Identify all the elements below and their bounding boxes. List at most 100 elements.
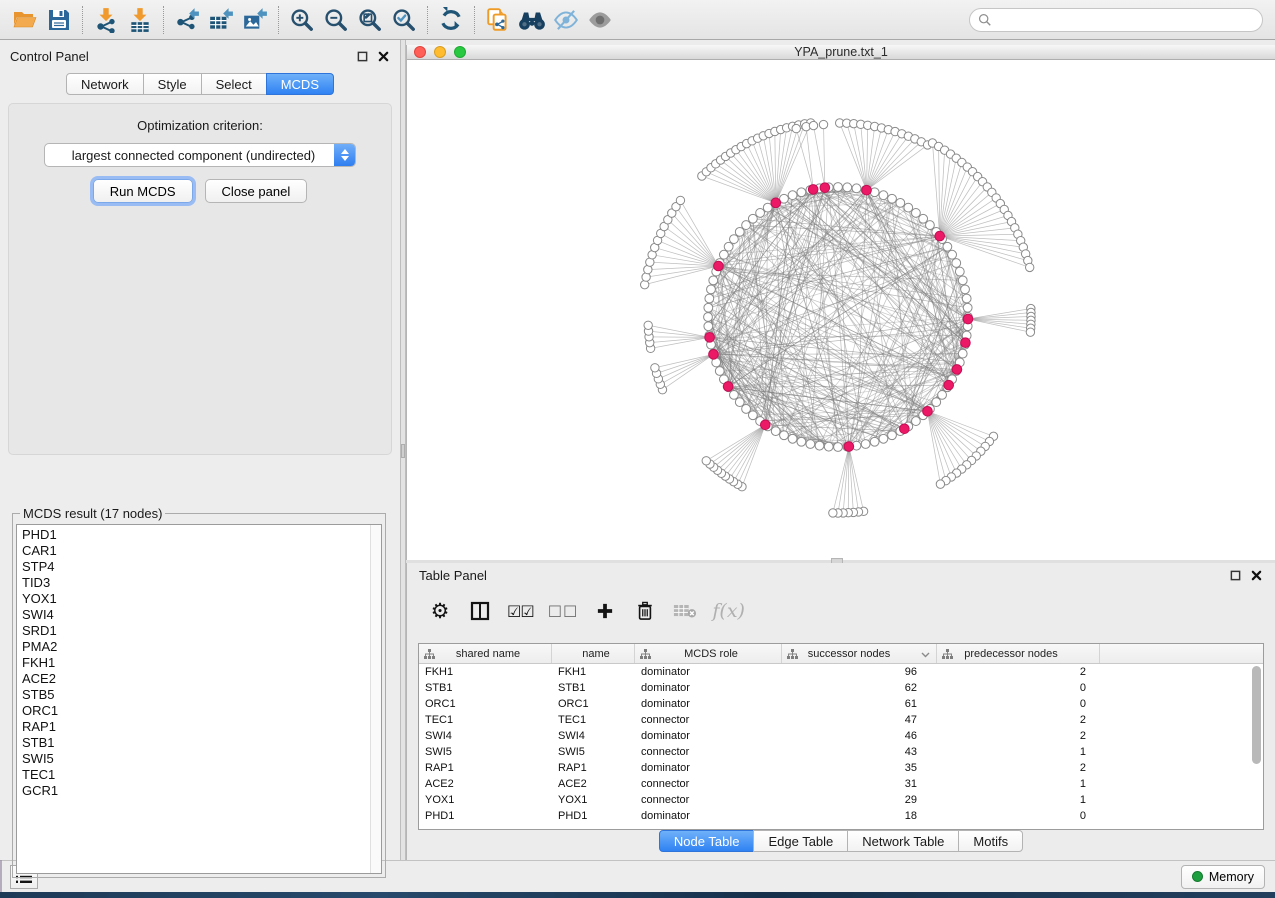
table-cell: 96	[782, 664, 937, 680]
network-canvas[interactable]	[407, 60, 1275, 560]
table-row[interactable]: FKH1FKH1dominator962	[419, 664, 1263, 680]
import-network-icon	[93, 7, 119, 33]
tab-node-table[interactable]: Node Table	[659, 830, 755, 852]
table-row[interactable]: SWI4SWI4dominator462	[419, 728, 1263, 744]
table-cell: 2	[937, 664, 1100, 680]
mcds-result-list[interactable]: PHD1CAR1STP4TID3YOX1SWI4SRD1PMA2FKH1ACE2…	[16, 524, 382, 874]
toolbar-separator	[82, 6, 83, 34]
table-settings-button[interactable]: ⚙	[427, 594, 453, 628]
table-cell: dominator	[635, 728, 782, 744]
float-table-panel-button[interactable]	[1228, 568, 1242, 582]
column-header-name[interactable]: name	[552, 644, 635, 663]
mcds-list-item[interactable]: STB5	[22, 687, 381, 703]
criterion-select[interactable]: largest connected component (undirected)	[44, 143, 356, 167]
mcds-list-item[interactable]: ORC1	[22, 703, 381, 719]
export-image-button[interactable]	[238, 4, 272, 36]
export-network-icon	[174, 7, 200, 33]
tab-mcds[interactable]: MCDS	[266, 73, 334, 95]
mcds-list-item[interactable]: STP4	[22, 559, 381, 575]
tab-select[interactable]: Select	[201, 73, 267, 95]
zoom-out-button[interactable]	[319, 4, 353, 36]
mcds-list-item[interactable]: GCR1	[22, 783, 381, 799]
tab-network-table[interactable]: Network Table	[847, 830, 959, 852]
delete-table-button[interactable]	[672, 594, 698, 628]
table-row[interactable]: ACE2ACE2connector311	[419, 776, 1263, 792]
select-all-button[interactable]: ☑☑	[507, 594, 534, 628]
run-mcds-button[interactable]: Run MCDS	[93, 179, 193, 203]
search-icon	[978, 13, 992, 27]
mcds-list-item[interactable]: YOX1	[22, 591, 381, 607]
mcds-list-item[interactable]: SRD1	[22, 623, 381, 639]
table-row[interactable]: ORC1ORC1dominator610	[419, 696, 1263, 712]
scrollbar-thumb[interactable]	[1252, 666, 1261, 764]
table-cell: connector	[635, 744, 782, 760]
column-header-successor-nodes[interactable]: successor nodes	[782, 644, 937, 663]
mcds-list-item[interactable]: STB1	[22, 735, 381, 751]
attribute-tree-icon	[942, 649, 953, 660]
add-column-button[interactable]	[592, 594, 618, 628]
splitter-grip[interactable]	[401, 444, 405, 458]
tab-motifs[interactable]: Motifs	[958, 830, 1023, 852]
table-panel: Table Panel ⚙ ☑☑ ☐☐ f(x) shared name	[406, 563, 1275, 860]
refresh-button[interactable]	[434, 4, 468, 36]
mcds-list-item[interactable]: FKH1	[22, 655, 381, 671]
show-columns-button[interactable]	[467, 594, 493, 628]
mcds-list-item[interactable]: RAP1	[22, 719, 381, 735]
float-panel-button[interactable]	[355, 49, 369, 63]
table-cell: 1	[937, 776, 1100, 792]
mcds-list-scrollbar[interactable]	[370, 525, 381, 873]
zoom-fit-icon	[357, 7, 383, 33]
clone-network-icon	[485, 7, 511, 33]
column-header-mcds-role[interactable]: MCDS role	[635, 644, 782, 663]
table-row[interactable]: SWI5SWI5connector431	[419, 744, 1263, 760]
mcds-list-item[interactable]: CAR1	[22, 543, 381, 559]
first-neighbors-button[interactable]	[515, 4, 549, 36]
clone-network-button[interactable]	[481, 4, 515, 36]
column-header-shared-name[interactable]: shared name	[419, 644, 552, 663]
close-table-panel-button[interactable]	[1249, 568, 1263, 582]
save-session-button[interactable]	[42, 4, 76, 36]
deselect-all-button[interactable]: ☐☐	[548, 594, 579, 628]
function-builder-button[interactable]: f(x)	[712, 594, 745, 628]
zoom-in-button[interactable]	[285, 4, 319, 36]
import-network-button[interactable]	[89, 4, 123, 36]
search-input[interactable]	[997, 13, 1254, 27]
table-cell: SWI4	[419, 728, 552, 744]
mcds-list-item[interactable]: TEC1	[22, 767, 381, 783]
mcds-list-item[interactable]: ACE2	[22, 671, 381, 687]
close-panel-button[interactable]	[376, 49, 390, 63]
delete-table-icon	[673, 603, 697, 619]
zoom-selected-button[interactable]	[387, 4, 421, 36]
memory-button[interactable]: Memory	[1181, 865, 1265, 889]
mcds-list-item[interactable]: PMA2	[22, 639, 381, 655]
column-header-predecessor-nodes[interactable]: predecessor nodes	[937, 644, 1100, 663]
export-table-button[interactable]	[204, 4, 238, 36]
table-row[interactable]: YOX1YOX1connector291	[419, 792, 1263, 808]
export-image-icon	[242, 7, 268, 33]
zoom-out-icon	[323, 7, 349, 33]
table-cell: FKH1	[552, 664, 635, 680]
delete-column-button[interactable]	[632, 594, 658, 628]
mcds-list-item[interactable]: PHD1	[22, 527, 381, 543]
import-table-button[interactable]	[123, 4, 157, 36]
save-icon	[47, 8, 71, 32]
table-row[interactable]: TEC1TEC1connector472	[419, 712, 1263, 728]
zoom-fit-button[interactable]	[353, 4, 387, 36]
table-cell: TEC1	[552, 712, 635, 728]
open-session-button[interactable]	[8, 4, 42, 36]
mcds-list-item[interactable]: SWI5	[22, 751, 381, 767]
mcds-list-item[interactable]: SWI4	[22, 607, 381, 623]
tab-style[interactable]: Style	[143, 73, 202, 95]
tab-network[interactable]: Network	[66, 73, 144, 95]
show-all-button[interactable]	[583, 4, 617, 36]
table-row[interactable]: STB1STB1dominator620	[419, 680, 1263, 696]
hide-selected-button[interactable]	[549, 4, 583, 36]
table-row[interactable]: RAP1RAP1dominator352	[419, 760, 1263, 776]
tab-edge-table[interactable]: Edge Table	[753, 830, 848, 852]
gear-icon: ⚙	[431, 601, 450, 622]
mcds-list-item[interactable]: TID3	[22, 575, 381, 591]
table-vertical-scrollbar[interactable]	[1252, 666, 1261, 827]
close-panel-action-button[interactable]: Close panel	[205, 179, 308, 203]
export-network-button[interactable]	[170, 4, 204, 36]
table-row[interactable]: PHD1PHD1dominator180	[419, 808, 1263, 824]
